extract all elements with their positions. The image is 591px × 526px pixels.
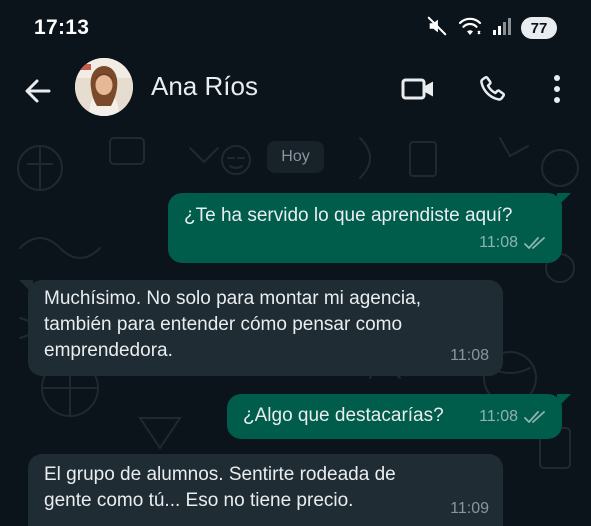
status-bar: 17:13 77 [0,0,591,54]
day-separator: Hoy [267,141,324,173]
more-options-button[interactable] [535,69,579,109]
voice-call-button[interactable] [470,69,514,109]
mute-icon [426,15,448,42]
message-text: Muchísimo. No solo para montar mi agenci… [44,288,421,361]
message-time: 11:08 [450,347,489,364]
avatar[interactable] [75,58,133,116]
bubble-tail [557,394,571,408]
message-bubble-incoming[interactable]: Muchísimo. No solo para montar mi agenci… [19,280,503,376]
status-time: 17:13 [34,16,90,39]
message-meta: 11:08 [450,343,489,369]
signal-icon [492,16,512,41]
double-check-icon [524,237,545,249]
message-bubble-outgoing[interactable]: ¿Algo que destacarías? 11:08 [227,394,571,439]
back-button[interactable] [20,73,56,109]
double-check-icon [524,411,545,423]
chat-header: Ana Ríos [0,54,591,128]
message-meta: 11:08 [479,404,548,430]
message-list[interactable]: Hoy ¿Te ha servido lo que aprendiste aqu… [0,128,591,526]
wifi-icon [457,15,483,42]
message-meta: 11:09 [450,496,489,522]
status-icons: 77 [426,15,557,41]
message-text: ¿Algo que destacarías? [243,405,444,426]
message-time: 11:08 [479,234,518,251]
contact-name[interactable]: Ana Ríos [151,71,258,102]
message-bubble-outgoing[interactable]: ¿Te ha servido lo que aprendiste aquí? 1… [168,193,571,263]
video-call-icon [401,78,433,100]
message-bubble-incoming[interactable]: El grupo de alumnos. Sentirte rodeada de… [28,454,503,526]
more-vertical-icon [554,75,560,103]
message-text: El grupo de alumnos. Sentirte rodeada de… [44,464,396,511]
message-time: 11:09 [450,500,489,517]
arrow-left-icon [25,79,51,103]
video-call-button[interactable] [396,69,440,109]
battery-indicator: 77 [521,17,557,39]
message-meta: 11:08 [479,230,548,256]
message-text: ¿Te ha servido lo que aprendiste aquí? [184,205,513,226]
message-time: 11:08 [479,408,518,425]
bubble-tail [557,193,571,207]
phone-icon [480,75,506,101]
bubble-tail [19,280,33,294]
